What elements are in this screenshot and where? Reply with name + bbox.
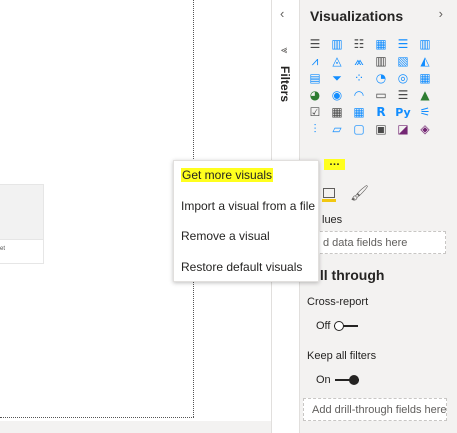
paint-roller-icon[interactable]: 🖌 <box>350 184 369 202</box>
map-icon[interactable]: ◕ <box>305 87 325 103</box>
filled-map-icon[interactable]: ◉ <box>327 87 347 103</box>
cross-report-label: Cross-report <box>307 296 369 308</box>
tab-fields[interactable] <box>322 186 336 202</box>
multi-row-card-icon[interactable]: ☰ <box>393 87 413 103</box>
page-tabs-bar <box>0 421 300 433</box>
visual-footer: set <box>0 239 43 263</box>
gauge-icon[interactable]: ◠ <box>349 87 369 103</box>
visual-type-gallery: ☰ ▥ ☷ ▦ ☰ ▥ ⩘ ◬ ⩕ ▥ ▧ ◭ ▤ ⏷ ⁘ ◔ ◎ ▦ ◕ ◉ ◠ ▭ ☰ ▲ ☑ ▦ ▦ R Py ⚟ ⫶ ▱ ▢ ▣ ◪ ◈ <box>305 36 435 137</box>
funnel-chart-icon[interactable]: ⏷ <box>327 70 347 86</box>
waterfall-chart-icon[interactable]: ▤ <box>305 70 325 86</box>
power-automate-icon[interactable]: ◈ <box>415 121 435 137</box>
page-boundary-bottom <box>0 417 194 418</box>
menu-item-restore-defaults[interactable]: Restore default visuals <box>181 260 302 274</box>
area-chart-icon[interactable]: ◬ <box>327 53 347 69</box>
stacked-area-chart-icon[interactable]: ⩕ <box>349 53 369 69</box>
menu-item-import-visual[interactable]: Import a visual from a file <box>181 199 315 213</box>
more-visuals-context-menu: Get more visuals Import a visual from a … <box>173 160 319 282</box>
100-stacked-bar-chart-icon[interactable]: ☰ <box>393 36 413 52</box>
smart-narrative-icon[interactable]: ▢ <box>349 121 369 137</box>
kpi-icon[interactable]: ▲ <box>415 87 435 103</box>
toggle-switch[interactable] <box>334 321 359 331</box>
values-label: lues <box>322 214 343 226</box>
stacked-column-chart-icon[interactable]: ▥ <box>327 36 347 52</box>
qa-icon[interactable]: ▱ <box>327 121 347 137</box>
decomposition-tree-icon[interactable]: ⫶ <box>305 121 325 137</box>
cross-report-toggle[interactable]: Off <box>316 320 359 332</box>
visualizations-title: Visualizations <box>310 8 404 24</box>
drill-through-title: ill through <box>316 267 385 283</box>
drill-through-field-well[interactable]: Add drill-through fields here <box>303 398 447 421</box>
clustered-bar-chart-icon[interactable]: ☷ <box>349 36 369 52</box>
treemap-icon[interactable]: ▦ <box>415 70 435 86</box>
stacked-bar-chart-icon[interactable]: ☰ <box>305 36 325 52</box>
r-visual-icon[interactable]: R <box>371 104 391 120</box>
table-icon[interactable]: ▦ <box>327 104 347 120</box>
keep-all-filters-toggle[interactable]: On <box>316 374 359 386</box>
values-field-well[interactable]: d data fields here <box>310 231 446 254</box>
pie-chart-icon[interactable]: ◔ <box>371 70 391 86</box>
power-apps-icon[interactable]: ◪ <box>393 121 413 137</box>
ribbon-chart-icon[interactable]: ◭ <box>415 53 435 69</box>
funnel-icon: ⩔ <box>278 47 291 54</box>
clustered-column-chart-icon[interactable]: ▦ <box>371 36 391 52</box>
card-icon[interactable]: ▭ <box>371 87 391 103</box>
menu-item-remove-visual[interactable]: Remove a visual <box>181 229 270 243</box>
matrix-icon[interactable]: ▦ <box>349 104 369 120</box>
chevron-left-icon[interactable]: ‹ <box>280 6 284 21</box>
visualizations-pane: Visualizations › ☰ ▥ ☷ ▦ ☰ ▥ ⩘ ◬ ⩕ ▥ ▧ ◭ ▤ ⏷ ⁘ ◔ ◎ ▦ ◕ ◉ ◠ ▭ ☰… <box>300 0 457 433</box>
keep-all-filters-state: On <box>316 374 331 386</box>
line-and-clustered-column-icon[interactable]: ▧ <box>393 53 413 69</box>
toggle-knob <box>334 321 345 331</box>
visual-placeholder[interactable]: set <box>0 184 44 264</box>
toggle-switch[interactable] <box>334 375 359 385</box>
chevron-right-icon[interactable]: › <box>439 6 443 21</box>
cross-report-state: Off <box>316 320 331 332</box>
paginated-report-icon[interactable]: ▣ <box>371 121 391 137</box>
python-visual-icon[interactable]: Py <box>393 104 413 120</box>
key-influencers-icon[interactable]: ⚟ <box>415 104 435 120</box>
filters-label[interactable]: Filters <box>278 66 292 102</box>
slicer-icon[interactable]: ☑ <box>305 104 325 120</box>
visual-caption: set <box>0 246 6 252</box>
scatter-chart-icon[interactable]: ⁘ <box>349 70 369 86</box>
line-and-stacked-column-icon[interactable]: ▥ <box>371 53 391 69</box>
donut-chart-icon[interactable]: ◎ <box>393 70 413 86</box>
100-stacked-column-chart-icon[interactable]: ▥ <box>415 36 435 52</box>
keep-all-filters-label: Keep all filters <box>307 350 377 362</box>
toggle-knob <box>348 375 359 385</box>
menu-item-get-more-visuals[interactable]: Get more visuals <box>181 168 274 182</box>
fields-icon <box>323 188 335 198</box>
more-options-button[interactable]: … <box>324 157 345 170</box>
line-chart-icon[interactable]: ⩘ <box>305 53 325 69</box>
